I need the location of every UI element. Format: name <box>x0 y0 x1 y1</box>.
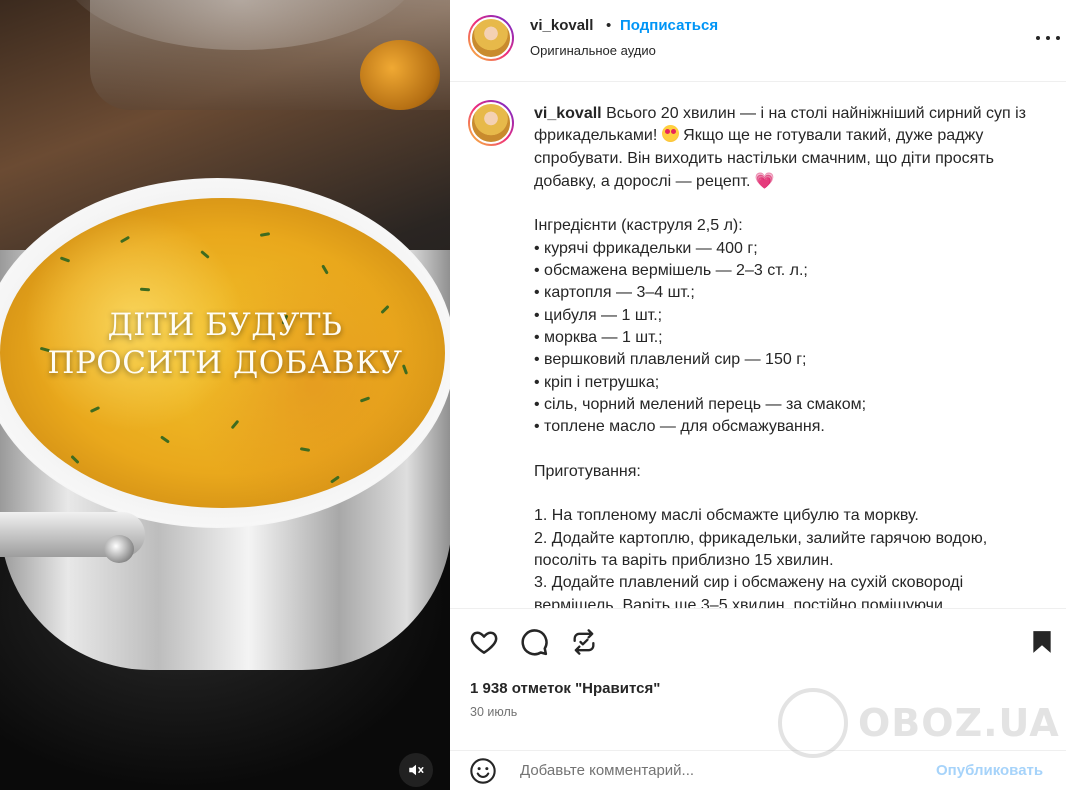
separator-dot: • <box>606 17 612 34</box>
pot-rivet <box>104 535 134 563</box>
post-caption: vi_kovall Всього 20 хвилин — і на столі … <box>534 103 1049 608</box>
ingredients-title: Інгредієнти (каструля 2,5 л): <box>534 217 743 235</box>
ingredient-item: • кріп і петрушка; <box>534 373 660 391</box>
emoji-button[interactable] <box>469 757 497 790</box>
post-date[interactable]: 30 июль <box>470 705 517 719</box>
repost-button[interactable] <box>568 626 600 658</box>
follow-button[interactable]: Подписаться <box>620 17 718 34</box>
heart-eyes-emoji-icon <box>661 125 679 143</box>
pink-heart-emoji: 💗 <box>754 170 775 190</box>
bookmark-icon <box>1033 631 1051 653</box>
speaker-muted-icon <box>409 764 424 776</box>
ingredient-item: • обсмажена вермішель — 2–3 ст. л.; <box>534 262 808 280</box>
post-media[interactable]: ДІТИ БУДУТЬ ПРОСИТИ ДОБАВКУ <box>0 0 450 790</box>
ingredient-item: • картопля — 3–4 шт.; <box>534 284 695 302</box>
ingredient-item: • сіль, чорний мелений перець — за смако… <box>534 395 867 413</box>
publish-button[interactable]: Опубликовать <box>936 762 1043 779</box>
watermark: OBOZ.UA <box>778 688 1060 758</box>
step-item: 1. На топленому маслі обсмажте цибулю та… <box>534 507 919 525</box>
step-item: 3. Додайте плавлений сир і обсмажену на … <box>534 574 968 608</box>
more-options-button[interactable] <box>1036 28 1060 48</box>
ingredient-item: • курячі фрикадельки — 400 г; <box>534 239 758 257</box>
author-username[interactable]: vi_kovall <box>530 17 593 34</box>
video-overlay-text: ДІТИ БУДУТЬ ПРОСИТИ ДОБАВКУ <box>30 306 420 382</box>
avatar[interactable] <box>468 15 514 61</box>
more-horizontal-icon <box>1036 36 1060 40</box>
ingredient-item: • морква — 1 шт.; <box>534 328 663 346</box>
original-audio-link[interactable]: Оригинальное аудио <box>530 43 656 58</box>
mute-button[interactable] <box>399 753 433 787</box>
comment-button[interactable] <box>518 626 550 658</box>
post-header: vi_kovall • Подписаться Оригинальное ауд… <box>450 0 1066 82</box>
heart-icon <box>470 631 498 654</box>
ingredient-item: • цибуля — 1 шт.; <box>534 306 663 324</box>
ingredient-item: • топлене масло — для обсмажування. <box>534 418 825 436</box>
ingredient-item: • вершковий плавлений сир — 150 г; <box>534 351 807 369</box>
comment-input[interactable]: Добавьте комментарий... <box>520 762 694 779</box>
repost-icon <box>573 629 595 655</box>
caption-avatar[interactable] <box>468 100 514 146</box>
comment-icon <box>521 629 548 656</box>
save-button[interactable] <box>1026 626 1058 658</box>
caption-username[interactable]: vi_kovall <box>534 105 602 122</box>
background-object <box>360 40 440 110</box>
caption-scroll-area[interactable]: vi_kovall Всього 20 хвилин — і на столі … <box>450 82 1066 608</box>
post-side-panel: vi_kovall • Подписаться Оригинальное ауд… <box>450 0 1066 790</box>
smile-icon <box>470 758 496 784</box>
steps-title: Приготування: <box>534 462 641 480</box>
step-item: 2. Додайте картоплю, фрикадельки, залийт… <box>534 529 992 569</box>
globe-icon <box>778 688 848 758</box>
watermark-text: OBOZ.UA <box>858 701 1060 745</box>
like-button[interactable] <box>468 626 500 658</box>
likes-count[interactable]: 1 938 отметок "Нравится" <box>470 680 660 697</box>
overlay-line-1: ДІТИ БУДУТЬ <box>107 307 343 343</box>
overlay-line-2: ПРОСИТИ ДОБАВКУ <box>47 345 403 381</box>
